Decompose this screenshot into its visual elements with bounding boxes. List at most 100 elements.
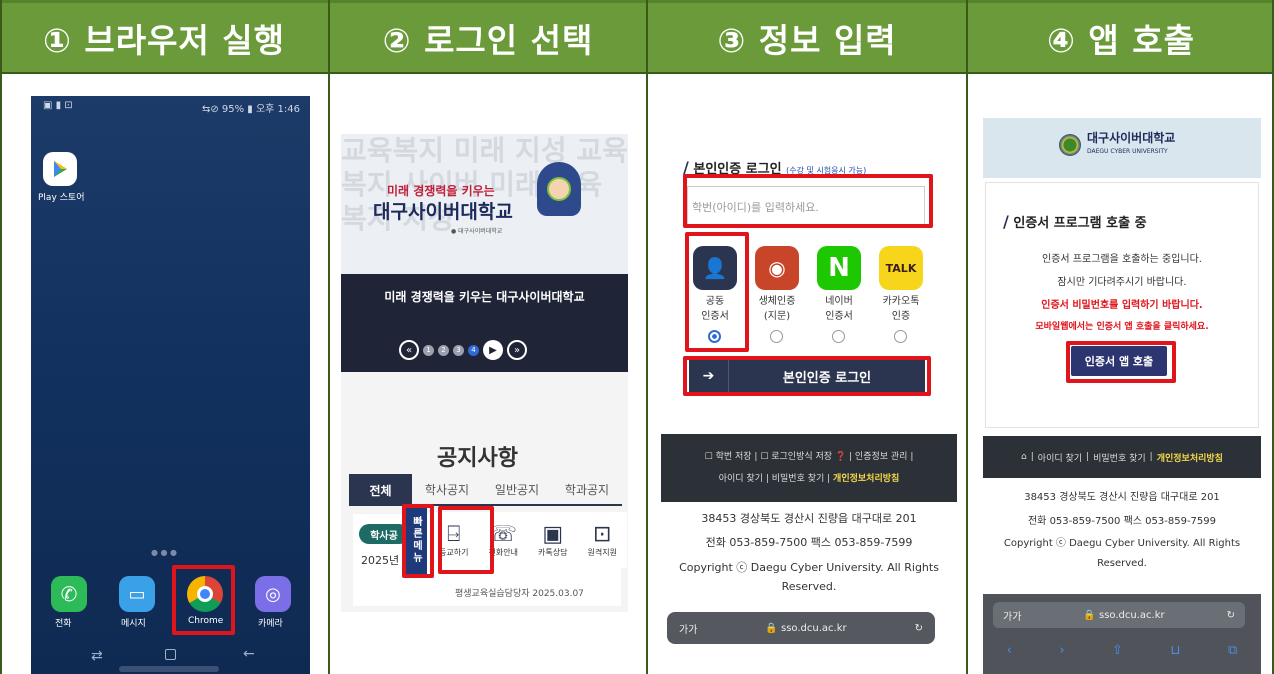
home-icon[interactable]: ⌂ — [1021, 452, 1027, 462]
dock-label-camera: 카메라 — [258, 619, 283, 629]
phone-icon[interactable]: ✆ — [51, 576, 87, 612]
cert-method-highlight — [685, 232, 749, 352]
dcu-emblem-icon — [1059, 133, 1081, 156]
gesture-bar — [119, 666, 219, 672]
divider — [0, 0, 2, 674]
recents-nav-icon[interactable]: ⇄ — [91, 648, 103, 664]
step-3-header: ③ 정보 입력 — [648, 0, 966, 72]
quick-item-label: 카톡상담 — [538, 548, 568, 557]
status-bar-left: ▣ ▮ ⊡ — [43, 100, 73, 111]
text-size-button[interactable]: 가가 — [679, 621, 697, 636]
back-nav-icon[interactable]: ← — [243, 646, 255, 662]
attend-highlight — [438, 506, 494, 574]
cert-call-page: 대구사이버대학교 DAEGU CYBER UNIVERSITY / 인증서 프로… — [983, 118, 1261, 674]
url-text: 🔒 sso.dcu.ac.kr — [1083, 609, 1165, 621]
footer-links: ⌂ | 아이디 찾기 | 비밀번호 찾기 | 개인정보처리방침 — [983, 436, 1261, 478]
method-label-bio: 생체인증 (지문) — [758, 296, 796, 322]
radio-naver[interactable] — [832, 330, 845, 343]
back-icon[interactable]: ‹ — [1007, 643, 1012, 658]
dialog-title: / 인증서 프로그램 호출 중 — [1003, 212, 1147, 231]
url-text: 🔒 sso.dcu.ac.kr — [765, 622, 847, 634]
options-bar: ☐ 학번 저장 | ☐ 로그인방식 저장 ❓ | 인증정보 관리 | 아이디 찾… — [661, 434, 957, 502]
message-icon[interactable]: ▭ — [119, 576, 155, 612]
dcu-logo: 대구사이버대학교 DAEGU CYBER UNIVERSITY — [1059, 132, 1175, 157]
save-method-checkbox[interactable]: ☐ 로그인방식 저장 ❓ — [760, 452, 846, 462]
notice-year: 2025년 — [361, 554, 400, 567]
save-id-checkbox[interactable]: ☐ 학번 저장 — [705, 452, 752, 462]
logo-kr: 대구사이버대학교 — [1087, 131, 1176, 145]
remote-support-icon: ⊡ — [593, 522, 612, 547]
step-4-header: ④ 앱 호출 — [968, 0, 1274, 72]
radio-kakao[interactable] — [894, 330, 907, 343]
footer-tel: 전화 053-859-7500 팩스 053-859-7599 — [705, 536, 913, 549]
share-icon[interactable]: ⇧ — [1112, 643, 1123, 658]
address-bar[interactable]: 가가 🔒 sso.dcu.ac.kr ↻ — [667, 612, 935, 644]
tabs-icon[interactable]: ⧉ — [1228, 643, 1237, 658]
address-bar[interactable]: 가가 🔒 sso.dcu.ac.kr ↻ — [993, 602, 1245, 628]
id-input-highlight — [683, 174, 933, 228]
browser-toolbar: ‹ › ⇧ ⊔ ⧉ — [983, 638, 1261, 662]
method-label-naver: 네이버 인증서 — [825, 296, 853, 322]
quick-item-kakao[interactable]: ▣ 카톡상담 — [538, 522, 567, 558]
cert-manage-link[interactable]: 인증정보 관리 — [855, 452, 908, 462]
msg-line-2: 잠시만 기다려주시기 바랍니다. — [1057, 277, 1187, 288]
dock-label-phone: 전화 — [55, 619, 72, 629]
divider — [0, 72, 1274, 74]
privacy-link[interactable]: 개인정보처리방침 — [1157, 451, 1223, 464]
login-button-highlight — [683, 356, 931, 396]
kakao-icon[interactable]: TALK — [879, 246, 923, 290]
divider — [646, 0, 648, 674]
app-call-highlight — [1066, 341, 1176, 383]
tab-all[interactable]: 전체 — [349, 474, 412, 506]
chrome-highlight — [172, 565, 235, 635]
step-1-header: ① 브라우저 실행 — [0, 0, 328, 72]
fingerprint-icon[interactable]: ◉ — [755, 246, 799, 290]
notice-title: 공지사항 — [437, 446, 518, 471]
naver-icon[interactable]: N — [817, 246, 861, 290]
dock-label-message: 메시지 — [121, 619, 146, 629]
tab-department[interactable]: 학과공지 — [552, 474, 622, 506]
quick-item-remote[interactable]: ⊡ 원격지원 — [588, 522, 617, 558]
text-size-button[interactable]: 가가 — [1003, 608, 1021, 623]
page-indicator: ● ● ● — [151, 548, 178, 557]
notice-author: 평생교육실습담당자 2025.03.07 — [455, 589, 584, 599]
android-home-screen: ▣ ▮ ⊡ ⇆⊘ 95% ▮ 오후 1:46 Play 스토어 ● ● ● ✆ … — [31, 96, 310, 674]
msg-line-4: 모바일웹에서는 인증서 앱 호출을 클릭하세요. — [1035, 322, 1209, 332]
play-store-icon[interactable] — [43, 152, 77, 186]
logo-en: DAEGU CYBER UNIVERSITY — [1087, 148, 1168, 155]
divider — [966, 0, 968, 674]
bookmarks-icon[interactable]: ⊔ — [1170, 643, 1180, 658]
find-id-link[interactable]: 아이디 찾기 — [1038, 451, 1082, 464]
camera-icon[interactable]: ◎ — [255, 576, 291, 612]
banner-pager[interactable]: « 1 2 3 4 ▶ » — [399, 340, 527, 360]
privacy-link[interactable]: 개인정보처리방침 — [833, 474, 899, 484]
reload-icon[interactable]: ↻ — [1227, 610, 1235, 621]
play-store-label: Play 스토어 — [38, 193, 85, 203]
tab-academic[interactable]: 학사공지 — [412, 474, 482, 506]
quick-menu-highlight — [402, 504, 434, 578]
forward-icon[interactable]: › — [1059, 643, 1064, 658]
footer-copyright: Copyright ⓒ Daegu Cyber University. All … — [679, 561, 939, 593]
step-2-header: ② 로그인 선택 — [330, 0, 646, 72]
footer-address: 38453 경상북도 경산시 진량읍 대구대로 201 — [701, 512, 917, 525]
msg-line-1: 인증서 프로그램을 호출하는 중입니다. — [1042, 254, 1202, 265]
tab-general[interactable]: 일반공지 — [482, 474, 552, 506]
banner-small-logo: ● 대구사이버대학교 — [451, 228, 503, 235]
find-pw-link[interactable]: 비밀번호 찾기 — [1093, 451, 1146, 464]
footer-tel: 전화 053-859-7500 팩스 053-859-7599 — [1027, 516, 1217, 527]
home-nav-icon[interactable] — [165, 649, 176, 660]
banner-line2: 대구사이버대학교 — [373, 201, 513, 223]
chat-icon: ▣ — [542, 522, 564, 547]
status-bar-right: ⇆⊘ 95% ▮ 오후 1:46 — [201, 104, 300, 115]
footer-copyright: Copyright ⓒ Daegu Cyber University. All … — [1003, 538, 1241, 569]
radio-bio[interactable] — [770, 330, 783, 343]
divider — [328, 0, 330, 674]
reload-icon[interactable]: ↻ — [915, 623, 923, 634]
quick-item-label: 원격지원 — [587, 548, 617, 557]
footer-address: 38453 경상북도 경산시 진량읍 대구대로 201 — [1024, 492, 1220, 503]
banner: 교육복지 미래 지성 교육복지 사이버 미래 교육 복지 지성 미래 경쟁력을 … — [341, 134, 628, 274]
find-pw-link[interactable]: 비밀번호 찾기 — [772, 474, 825, 484]
find-id-link[interactable]: 아이디 찾기 — [719, 474, 763, 484]
mascot-image — [537, 162, 581, 216]
method-label-kakao: 카카오톡 인증 — [882, 296, 920, 322]
